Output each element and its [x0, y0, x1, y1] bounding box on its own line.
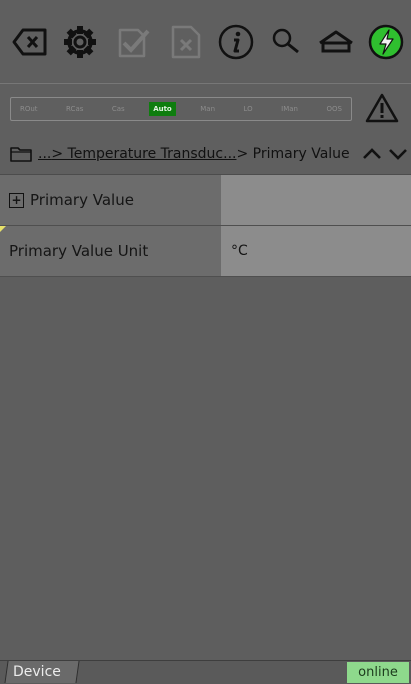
home-icon[interactable] [314, 20, 358, 64]
row-label: Primary Value Unit [0, 226, 221, 276]
expand-icon[interactable]: + [9, 192, 24, 208]
parameter-table: + Primary Value Primary Value Unit °C [0, 175, 411, 277]
mode-rout[interactable]: ROut [16, 102, 42, 116]
chevron-up-icon[interactable] [362, 147, 382, 161]
mode-iman[interactable]: IMan [277, 102, 302, 116]
backspace-icon[interactable] [8, 20, 52, 64]
breadcrumb-current: > Primary Value [236, 146, 350, 162]
nav-arrows [359, 134, 411, 174]
row-label-text: Primary Value Unit [9, 242, 149, 260]
breadcrumb: ... > Temperature Transduc... > Primary … [0, 134, 411, 175]
mode-oos[interactable]: OOS [322, 102, 345, 116]
info-icon[interactable] [214, 20, 258, 64]
chevron-down-icon[interactable] [388, 147, 408, 161]
mode-lo[interactable]: LO [239, 102, 256, 116]
table-row[interactable]: + Primary Value [0, 175, 411, 226]
changed-marker [0, 226, 6, 232]
mode-selector: ROut RCas Cas Auto Man LO IMan OOS [10, 97, 352, 121]
status-bar: Device online [0, 660, 411, 684]
folder-icon[interactable] [10, 146, 32, 162]
power-icon[interactable] [364, 20, 408, 64]
mode-bar: ROut RCas Cas Auto Man LO IMan OOS [0, 83, 411, 134]
breadcrumb-parent-link[interactable]: > Temperature Transduc... [51, 146, 236, 162]
breadcrumb-root-link[interactable]: ... [38, 146, 51, 162]
row-label-text: Primary Value [30, 191, 134, 209]
search-icon[interactable] [264, 20, 308, 64]
row-label: + Primary Value [0, 175, 221, 225]
warning-icon[interactable] [365, 92, 399, 124]
connection-status-badge: online [347, 662, 409, 683]
gear-icon[interactable] [58, 20, 102, 64]
tab-device[interactable]: Device [4, 661, 80, 683]
cancel-icon[interactable] [164, 20, 208, 64]
mode-cas[interactable]: Cas [108, 102, 129, 116]
mode-man[interactable]: Man [196, 102, 219, 116]
row-value[interactable] [221, 175, 411, 225]
row-value[interactable]: °C [221, 226, 411, 276]
tab-device-label: Device [13, 664, 61, 680]
table-row[interactable]: Primary Value Unit °C [0, 226, 411, 277]
mode-auto[interactable]: Auto [149, 102, 176, 116]
mode-rcas[interactable]: RCas [62, 102, 87, 116]
checkmark-icon[interactable] [110, 20, 154, 64]
toolbar [0, 0, 411, 82]
